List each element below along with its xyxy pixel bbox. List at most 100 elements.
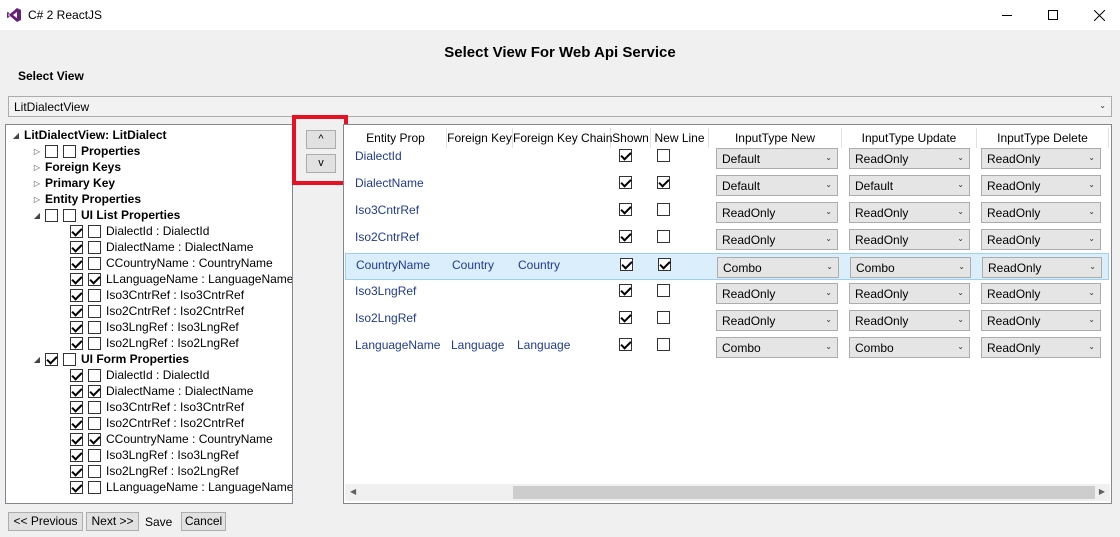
tree-item[interactable]: Iso3CntrRef : Iso3CntrRef xyxy=(70,287,244,303)
input-type-select[interactable]: ReadOnly ⌄ xyxy=(981,310,1101,331)
table-row[interactable]: Iso3CntrRef ReadOnly ⌄ ReadOnly ⌄ ReadOnly ⌄ xyxy=(345,199,1109,226)
tree-root[interactable]: ◢ LitDialectView: LitDialect xyxy=(11,127,167,143)
checkbox[interactable] xyxy=(657,149,670,162)
tree-item[interactable]: LLanguageName : LanguageName xyxy=(70,271,292,287)
input-type-select[interactable]: ReadOnly ⌄ xyxy=(716,310,838,331)
checkbox[interactable] xyxy=(657,338,670,351)
input-type-select[interactable]: ReadOnly ⌄ xyxy=(849,310,970,331)
collapsed-arrow-icon[interactable]: ▷ xyxy=(32,143,42,159)
tree-node-foreign-keys[interactable]: ▷ Foreign Keys xyxy=(32,159,121,175)
properties-tree[interactable]: ◢ LitDialectView: LitDialect ▷ Propertie… xyxy=(5,124,293,504)
input-type-select[interactable]: Combo ⌄ xyxy=(716,337,838,358)
checkbox[interactable] xyxy=(88,304,101,318)
checkbox[interactable] xyxy=(619,149,632,162)
input-type-select[interactable]: ReadOnly ⌄ xyxy=(849,283,970,304)
checkbox[interactable] xyxy=(70,368,83,382)
table-row[interactable]: LanguageName Language Language Combo ⌄ Combo ⌄… xyxy=(345,334,1109,361)
previous-button[interactable]: << Previous xyxy=(8,512,83,531)
input-type-select[interactable]: ReadOnly ⌄ xyxy=(849,148,970,169)
tree-item[interactable]: Iso2CntrRef : Iso2CntrRef xyxy=(70,415,244,431)
cancel-button[interactable]: Cancel xyxy=(181,512,226,531)
checkbox[interactable] xyxy=(88,416,101,430)
input-type-select[interactable]: ReadOnly ⌄ xyxy=(981,337,1101,358)
tree-node-ui-list[interactable]: ◢ UI List Properties xyxy=(32,207,180,223)
tree-item[interactable]: DialectId : DialectId xyxy=(70,223,209,239)
checkbox[interactable] xyxy=(63,208,76,222)
checkbox[interactable] xyxy=(88,224,101,238)
checkbox[interactable] xyxy=(658,258,671,271)
close-button[interactable] xyxy=(1076,0,1120,30)
input-type-select[interactable]: Combo ⌄ xyxy=(717,257,839,278)
view-select[interactable]: LitDialectView ⌄ xyxy=(8,96,1112,117)
checkbox[interactable] xyxy=(88,448,101,462)
tree-item[interactable]: Iso2LngRef : Iso2LngRef xyxy=(70,335,239,351)
tree-item[interactable]: Iso3LngRef : Iso3LngRef xyxy=(70,319,239,335)
checkbox[interactable] xyxy=(88,288,101,302)
checkbox[interactable] xyxy=(619,338,632,351)
input-type-select[interactable]: ReadOnly ⌄ xyxy=(982,257,1102,278)
tree-node-entity-properties[interactable]: ▷ Entity Properties xyxy=(32,191,141,207)
checkbox[interactable] xyxy=(70,304,83,318)
checkbox[interactable] xyxy=(70,288,83,302)
table-row[interactable]: Iso3LngRef ReadOnly ⌄ ReadOnly ⌄ ReadOnly ⌄ xyxy=(345,280,1109,307)
tree-node-ui-form[interactable]: ◢ UI Form Properties xyxy=(32,351,189,367)
checkbox[interactable] xyxy=(45,144,58,158)
checkbox[interactable] xyxy=(88,464,101,478)
tree-item[interactable]: DialectName : DialectName xyxy=(70,239,253,255)
tree-item[interactable]: LLanguageName : LanguageName xyxy=(70,479,292,495)
table-row[interactable]: DialectName Default ⌄ Default ⌄ ReadOnly ⌄ xyxy=(345,172,1109,199)
checkbox[interactable] xyxy=(70,320,83,334)
checkbox[interactable] xyxy=(619,230,632,243)
move-down-button[interactable]: v xyxy=(306,154,336,173)
next-button[interactable]: Next >> xyxy=(86,512,139,531)
input-type-select[interactable]: Default ⌄ xyxy=(716,175,838,196)
checkbox[interactable] xyxy=(70,256,83,270)
checkbox[interactable] xyxy=(70,384,83,398)
tree-node-primary-key[interactable]: ▷ Primary Key xyxy=(32,175,115,191)
move-up-button[interactable]: ^ xyxy=(306,130,336,149)
input-type-select[interactable]: ReadOnly ⌄ xyxy=(981,202,1101,223)
checkbox[interactable] xyxy=(70,416,83,430)
input-type-select[interactable]: Default ⌄ xyxy=(716,148,838,169)
checkbox[interactable] xyxy=(63,352,76,366)
checkbox[interactable] xyxy=(88,240,101,254)
collapsed-arrow-icon[interactable]: ▷ xyxy=(32,175,42,191)
tree-item[interactable]: Iso3LngRef : Iso3LngRef xyxy=(70,447,239,463)
expanded-arrow-icon[interactable]: ◢ xyxy=(32,207,42,223)
table-row[interactable]: CountryName Country Country Combo ⌄ Combo ⌄ Rea… xyxy=(345,253,1109,280)
input-type-select[interactable]: ReadOnly ⌄ xyxy=(981,148,1101,169)
checkbox[interactable] xyxy=(70,480,83,494)
input-type-select[interactable]: ReadOnly ⌄ xyxy=(981,229,1101,250)
minimize-button[interactable] xyxy=(984,0,1030,30)
checkbox[interactable] xyxy=(70,464,83,478)
checkbox[interactable] xyxy=(45,208,58,222)
checkbox[interactable] xyxy=(657,203,670,216)
checkbox[interactable] xyxy=(70,448,83,462)
checkbox[interactable] xyxy=(88,384,101,398)
tree-item[interactable]: CCountryName : CountryName xyxy=(70,431,273,447)
expanded-arrow-icon[interactable]: ◢ xyxy=(11,127,21,143)
table-row[interactable]: DialectId Default ⌄ ReadOnly ⌄ ReadOnly ⌄ xyxy=(345,145,1109,172)
checkbox[interactable] xyxy=(88,432,101,446)
checkbox[interactable] xyxy=(620,258,633,271)
input-type-select[interactable]: Default ⌄ xyxy=(849,175,970,196)
tree-item[interactable]: DialectName : DialectName xyxy=(70,383,253,399)
checkbox[interactable] xyxy=(657,284,670,297)
checkbox[interactable] xyxy=(70,272,83,286)
horizontal-scrollbar[interactable]: ◀ ▶ xyxy=(345,484,1110,501)
scrollbar-thumb[interactable] xyxy=(513,486,1095,499)
input-type-select[interactable]: ReadOnly ⌄ xyxy=(716,229,838,250)
checkbox[interactable] xyxy=(88,368,101,382)
scroll-right-icon[interactable]: ▶ xyxy=(1099,487,1105,496)
maximize-button[interactable] xyxy=(1030,0,1076,30)
checkbox[interactable] xyxy=(619,311,632,324)
checkbox[interactable] xyxy=(88,400,101,414)
table-row[interactable]: Iso2LngRef ReadOnly ⌄ ReadOnly ⌄ ReadOnly ⌄ xyxy=(345,307,1109,334)
checkbox[interactable] xyxy=(70,432,83,446)
checkbox[interactable] xyxy=(619,203,632,216)
checkbox[interactable] xyxy=(88,320,101,334)
table-row[interactable]: Iso2CntrRef ReadOnly ⌄ ReadOnly ⌄ ReadOnly ⌄ xyxy=(345,226,1109,253)
tree-node-properties[interactable]: ▷ Properties xyxy=(32,143,140,159)
input-type-select[interactable]: ReadOnly ⌄ xyxy=(849,229,970,250)
checkbox[interactable] xyxy=(70,224,83,238)
